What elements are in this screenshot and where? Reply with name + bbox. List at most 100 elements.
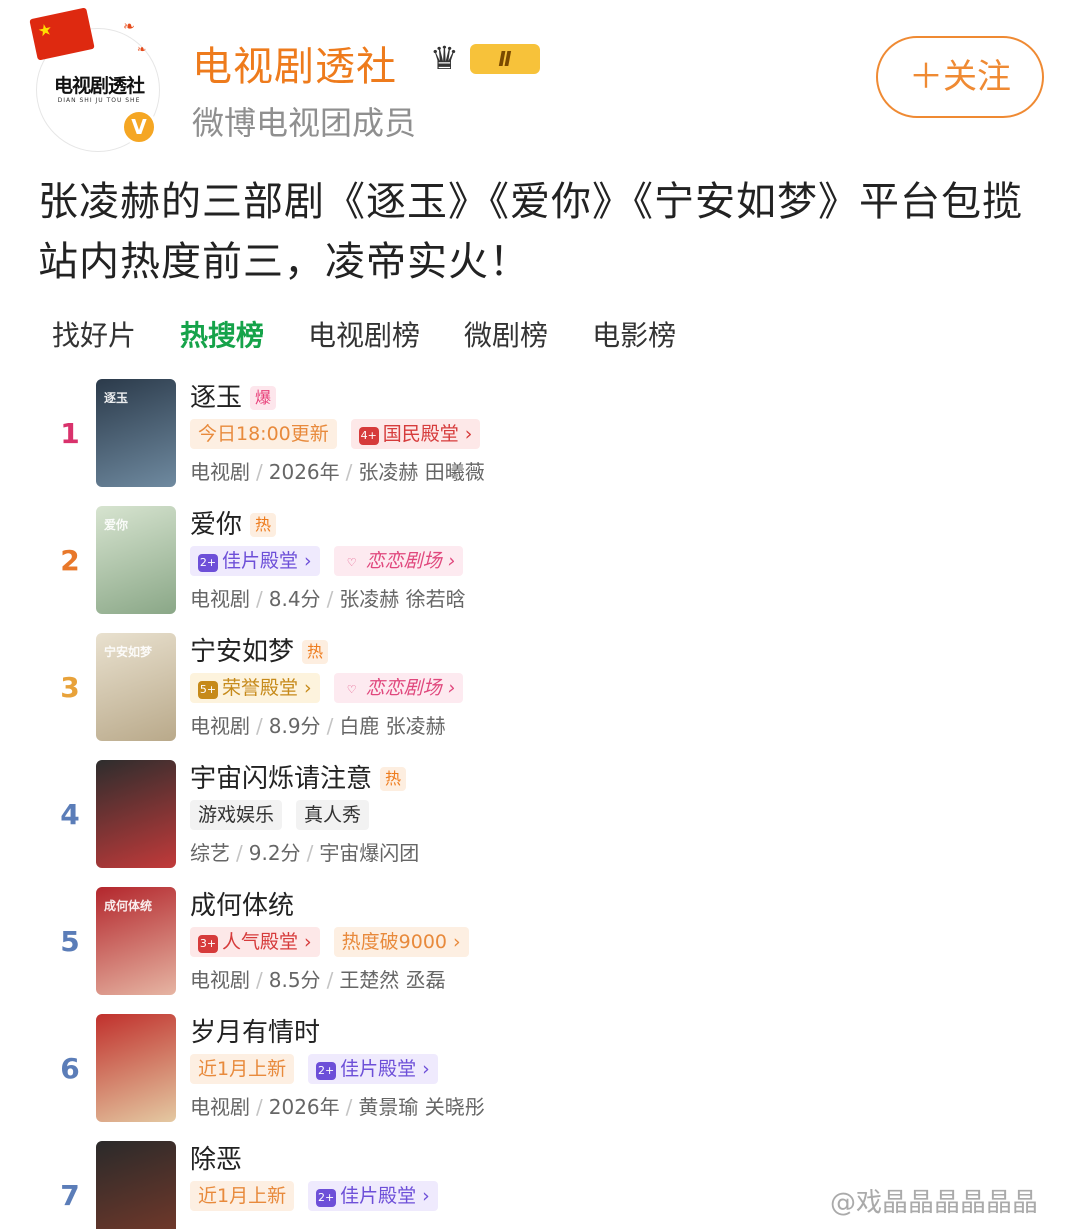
- ranking-item[interactable]: 2 爱你 爱你热 2+ 佳片殿堂 › ♡ 恋恋剧场 › 电视剧/8.4分 / 张凌赫 徐若晗: [0, 502, 1080, 629]
- meta-field: 王楚然 丞磊: [339, 968, 446, 992]
- show-title[interactable]: 成何体统: [190, 889, 294, 923]
- hall-icon: 2+: [316, 1062, 337, 1080]
- show-title[interactable]: 逐玉爆: [190, 381, 277, 415]
- tag-row: 近1月上新 2+ 佳片殿堂 ›: [190, 1181, 452, 1211]
- show-meta: 电视剧/8.4分 / 张凌赫 徐若晗: [190, 584, 466, 614]
- meta-field: 电视剧: [190, 460, 250, 484]
- meta-field: 张凌赫 徐若晗: [339, 587, 466, 611]
- post-header: ❧ ❧ 电视剧透社 DIAN SHI JU TOU SHE V 电视剧透社 ♛ …: [0, 0, 1080, 160]
- meta-separator: /: [256, 587, 263, 611]
- tag-label: 近1月上新: [198, 1185, 287, 1207]
- show-meta: 电视剧/2026年 / 张凌赫 田曦薇: [190, 457, 485, 487]
- ranking-item[interactable]: 3 宁安如梦 宁安如梦热 5+ 荣誉殿堂 › ♡ 恋恋剧场 › 电视剧/8.9分 / 白鹿 张凌赫: [0, 629, 1080, 756]
- tab-movies[interactable]: 电影榜: [592, 312, 676, 360]
- tag-label: 佳片殿堂 ›: [340, 1185, 430, 1207]
- poster-image[interactable]: [96, 1141, 176, 1229]
- ranking-item[interactable]: 6 岁月有情时 近1月上新 2+ 佳片殿堂 › 电视剧/2026年 / 黄景瑜 关晓彤: [0, 1010, 1080, 1137]
- ranking-item[interactable]: 4 宇宙闪烁请注意热游戏娱乐 真人秀综艺/9.2分 / 宇宙爆闪团: [0, 756, 1080, 883]
- tag-chip[interactable]: 4+ 国民殿堂 ›: [350, 419, 481, 449]
- meta-separator: /: [345, 1095, 353, 1119]
- poster-image[interactable]: [96, 1014, 176, 1122]
- poster-title: 逐玉: [104, 391, 129, 405]
- tag-chip[interactable]: ♡ 恋恋剧场 ›: [333, 546, 464, 576]
- rank-number: 6: [60, 1052, 80, 1085]
- avatar-logo-subtext: DIAN SHI JU TOU SHE: [57, 97, 141, 104]
- meta-separator: /: [256, 714, 263, 738]
- tab-hot-search[interactable]: 热搜榜: [180, 312, 264, 360]
- meta-field: 2026年: [268, 1095, 340, 1119]
- hall-icon: 2+: [198, 554, 218, 572]
- meta-field: 黄景瑜 关晓彤: [358, 1095, 485, 1119]
- poster-image[interactable]: [96, 760, 176, 868]
- show-title[interactable]: 除恶: [190, 1143, 242, 1177]
- tag-chip[interactable]: 2+ 佳片殿堂 ›: [308, 1181, 438, 1211]
- tag-chip[interactable]: 近1月上新: [190, 1054, 295, 1084]
- tag-label: 恋恋剧场 ›: [365, 677, 456, 699]
- hall-icon: 4+: [358, 427, 379, 445]
- show-title-text: 宇宙闪烁请注意: [190, 764, 373, 794]
- meta-field: 2026年: [268, 460, 340, 484]
- tag-chip[interactable]: 5+ 荣誉殿堂 ›: [190, 673, 320, 703]
- tag-chip[interactable]: 3+ 人气殿堂 ›: [190, 927, 320, 957]
- tag-label: 真人秀: [304, 804, 362, 826]
- show-meta: 综艺/9.2分 / 宇宙爆闪团: [190, 838, 419, 868]
- tab-tv-series[interactable]: 电视剧榜: [308, 312, 420, 360]
- poster-image[interactable]: 逐玉: [96, 379, 176, 487]
- meta-field: 电视剧: [190, 1095, 250, 1119]
- meta-field: 电视剧: [190, 714, 250, 738]
- rank-number: 3: [60, 671, 80, 704]
- poster-title: 成何体统: [104, 899, 153, 913]
- ranking-item[interactable]: 5 成何体统 成何体统 3+ 人气殿堂 › 热度破9000 › 电视剧/8.5分 / 王楚然 丞…: [0, 883, 1080, 1010]
- tag-label: 恋恋剧场 ›: [365, 550, 456, 572]
- tag-chip[interactable]: 2+ 佳片殿堂 ›: [308, 1054, 438, 1084]
- verified-icon: V: [121, 109, 157, 145]
- tag-chip[interactable]: 今日18:00更新: [190, 419, 337, 449]
- tab-find-good[interactable]: 找好片: [52, 312, 136, 360]
- meta-separator: /: [306, 841, 314, 865]
- meta-field: 宇宙爆闪团: [319, 841, 420, 865]
- heat-badge: 爆: [250, 386, 277, 410]
- poster-image[interactable]: 成何体统: [96, 887, 176, 995]
- tag-row: 今日18:00更新 4+ 国民殿堂 ›: [190, 419, 494, 449]
- poster-image[interactable]: 爱你: [96, 506, 176, 614]
- show-title[interactable]: 爱你热: [190, 508, 277, 542]
- follow-button[interactable]: ＋关注: [876, 36, 1044, 118]
- tag-chip[interactable]: 游戏娱乐: [190, 800, 283, 830]
- meta-field: 8.9分: [268, 714, 321, 738]
- show-title-text: 成何体统: [190, 891, 295, 921]
- tab-micro-drama[interactable]: 微剧榜: [464, 312, 548, 360]
- meta-separator: /: [345, 460, 353, 484]
- rank-number: 1: [60, 417, 80, 450]
- meta-separator: /: [326, 968, 334, 992]
- show-meta: 电视剧/8.5分 / 王楚然 丞磊: [190, 965, 446, 995]
- meta-separator: /: [326, 587, 334, 611]
- rank-number: 7: [60, 1179, 80, 1212]
- meta-separator: /: [256, 968, 263, 992]
- avatar-logo-text: 电视剧透社: [53, 75, 145, 97]
- tag-chip[interactable]: ♡ 恋恋剧场 ›: [333, 673, 464, 703]
- show-title[interactable]: 宁安如梦热: [190, 635, 329, 669]
- tag-chip[interactable]: 2+ 佳片殿堂 ›: [190, 546, 320, 576]
- bird-icon: ❧: [123, 19, 135, 35]
- tag-label: 今日18:00更新: [198, 423, 329, 445]
- tag-chip[interactable]: 真人秀: [296, 800, 370, 830]
- show-title[interactable]: 宇宙闪烁请注意热: [190, 762, 407, 796]
- meta-field: 9.2分: [248, 841, 301, 865]
- level-badge[interactable]: ♛ Ⅱ: [430, 38, 544, 78]
- heat-badge: 热: [302, 640, 329, 664]
- tag-chip[interactable]: 热度破9000 ›: [333, 927, 469, 957]
- meta-field: 张凌赫 田曦薇: [358, 460, 485, 484]
- show-meta: 电视剧/8.9分 / 白鹿 张凌赫: [190, 711, 446, 741]
- tag-label: 游戏娱乐: [198, 804, 275, 826]
- watermark: @戏晶晶晶晶晶晶: [830, 1188, 1039, 1218]
- hall-icon: 3+: [198, 935, 218, 953]
- meta-separator: /: [326, 714, 334, 738]
- tag-chip[interactable]: 近1月上新: [190, 1181, 295, 1211]
- tag-label: 佳片殿堂 ›: [340, 1058, 430, 1080]
- poster-image[interactable]: 宁安如梦: [96, 633, 176, 741]
- rank-number: 4: [60, 798, 80, 831]
- username[interactable]: 电视剧透社: [192, 34, 397, 92]
- show-title[interactable]: 岁月有情时: [190, 1016, 320, 1050]
- avatar[interactable]: ❧ ❧ 电视剧透社 DIAN SHI JU TOU SHE V: [29, 7, 160, 152]
- ranking-item[interactable]: 1 逐玉 逐玉爆今日18:00更新 4+ 国民殿堂 › 电视剧/2026年 / 张凌赫 田曦薇: [0, 375, 1080, 502]
